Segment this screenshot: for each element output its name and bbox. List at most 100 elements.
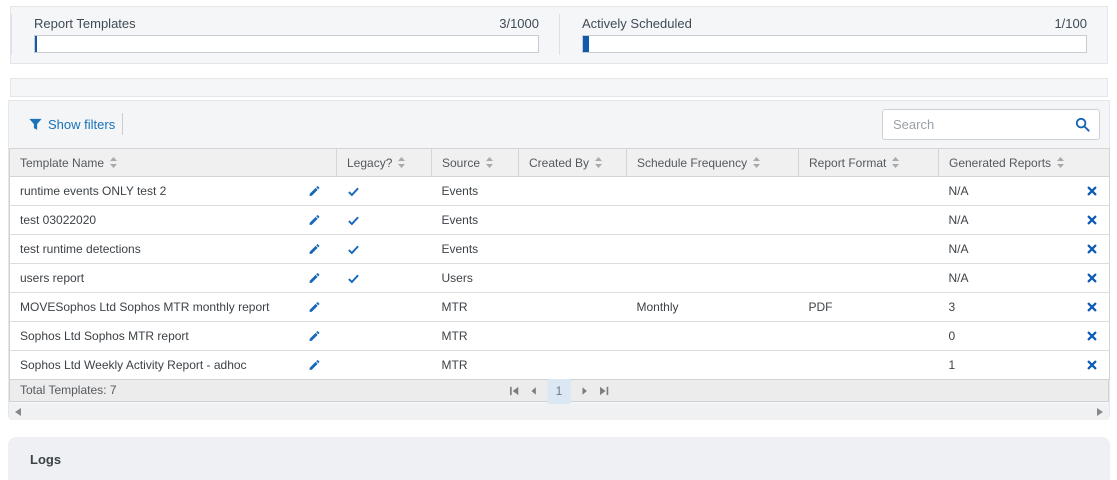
report-format-cell: PDF (799, 293, 939, 322)
template-name: users report (20, 271, 84, 285)
col-header-generated-reports[interactable]: Generated Reports (939, 149, 1110, 177)
source-cell: MTR (432, 322, 519, 351)
edit-pencil-icon[interactable] (308, 301, 321, 314)
edit-pencil-icon[interactable] (308, 272, 321, 285)
template-name: test 03022020 (20, 213, 96, 227)
template-name: MOVESophos Ltd Sophos MTR monthly report (20, 300, 269, 314)
table-row: MOVESophos Ltd Sophos MTR monthly report… (10, 293, 1110, 322)
table-row: test runtime detections Events N/A (10, 235, 1110, 264)
edit-pencil-icon[interactable] (308, 359, 321, 372)
show-filters-button[interactable]: Show filters (29, 117, 115, 132)
col-header-source[interactable]: Source (432, 149, 519, 177)
source-cell: Events (432, 206, 519, 235)
search-box (882, 109, 1100, 140)
templates-panel: Show filters Template Name Legacy? Sourc… (8, 100, 1110, 417)
actively-scheduled-count: 1/100 (1054, 16, 1087, 31)
generated-reports-value: N/A (949, 271, 969, 285)
total-templates-label: Total Templates: 7 (20, 383, 117, 397)
source-cell: Events (432, 235, 519, 264)
progress-fill (583, 36, 589, 52)
delete-x-icon[interactable] (1087, 186, 1097, 196)
logs-panel[interactable]: Logs (8, 437, 1110, 480)
schedule-frequency-cell (627, 206, 799, 235)
table-row: Sophos Ltd Weekly Activity Report - adho… (10, 351, 1110, 380)
report-format-cell (799, 351, 939, 380)
created-by-cell (519, 206, 627, 235)
next-page-icon[interactable] (579, 385, 589, 397)
schedule-frequency-cell (627, 264, 799, 293)
search-icon[interactable] (1073, 117, 1099, 132)
delete-x-icon[interactable] (1087, 360, 1097, 370)
report-format-cell (799, 264, 939, 293)
edit-pencil-icon[interactable] (308, 214, 321, 227)
current-page-number[interactable]: 1 (548, 379, 571, 404)
last-page-icon[interactable] (598, 385, 609, 397)
sort-icon (753, 157, 760, 168)
created-by-cell (519, 351, 627, 380)
created-by-cell (519, 293, 627, 322)
table-footer: Total Templates: 7 1 (9, 380, 1109, 402)
sort-icon (595, 157, 602, 168)
legacy-check-icon (347, 243, 360, 256)
scroll-right-icon[interactable] (1097, 408, 1103, 416)
edit-pencil-icon[interactable] (308, 330, 321, 343)
collapsed-section-strip[interactable] (10, 78, 1108, 97)
generated-reports-value: 1 (949, 358, 956, 372)
edit-pencil-icon[interactable] (308, 243, 321, 256)
table-row: Sophos Ltd Sophos MTR report MTR 0 (10, 322, 1110, 351)
sort-icon (398, 157, 405, 168)
template-name: Sophos Ltd Weekly Activity Report - adho… (20, 358, 247, 372)
horizontal-scrollbar[interactable] (9, 404, 1109, 420)
schedule-frequency-cell (627, 351, 799, 380)
generated-reports-value: N/A (949, 242, 969, 256)
scroll-left-icon[interactable] (15, 408, 21, 416)
report-templates-count: 3/1000 (499, 16, 539, 31)
templates-table: Template Name Legacy? Source Created By … (9, 148, 1110, 380)
schedule-frequency-cell: Monthly (627, 293, 799, 322)
table-row: users report Users N/A (10, 264, 1110, 293)
report-format-cell (799, 322, 939, 351)
source-cell: Events (432, 177, 519, 206)
logs-title: Logs (8, 437, 1110, 467)
first-page-icon[interactable] (509, 385, 520, 397)
delete-x-icon[interactable] (1087, 331, 1097, 341)
toolbar-divider (122, 113, 123, 135)
table-row: runtime events ONLY test 2 Events N/A (10, 177, 1110, 206)
col-header-report-format[interactable]: Report Format (799, 149, 939, 177)
actively-scheduled-progressbar (582, 35, 1087, 53)
table-header-row: Template Name Legacy? Source Created By … (10, 149, 1110, 177)
report-format-cell (799, 177, 939, 206)
col-header-legacy[interactable]: Legacy? (337, 149, 432, 177)
schedule-frequency-cell (627, 177, 799, 206)
report-templates-progressbar (34, 35, 539, 53)
created-by-cell (519, 264, 627, 293)
schedule-frequency-cell (627, 322, 799, 351)
legacy-check-icon (347, 272, 360, 285)
delete-x-icon[interactable] (1087, 244, 1097, 254)
generated-reports-value: 0 (949, 329, 956, 343)
delete-x-icon[interactable] (1087, 215, 1097, 225)
usage-panel: Report Templates 3/1000 Actively Schedul… (10, 6, 1108, 64)
sort-icon (110, 157, 117, 168)
report-templates-meter: Report Templates 3/1000 (11, 7, 559, 63)
report-format-cell (799, 206, 939, 235)
col-header-created-by[interactable]: Created By (519, 149, 627, 177)
created-by-cell (519, 235, 627, 264)
actively-scheduled-label: Actively Scheduled (582, 16, 692, 31)
delete-x-icon[interactable] (1087, 273, 1097, 283)
col-header-template-name[interactable]: Template Name (10, 149, 337, 177)
report-format-cell (799, 235, 939, 264)
legacy-check-icon (347, 214, 360, 227)
progress-fill (35, 36, 37, 52)
previous-page-icon[interactable] (529, 385, 539, 397)
source-cell: Users (432, 264, 519, 293)
sort-icon (1057, 157, 1064, 168)
edit-pencil-icon[interactable] (308, 185, 321, 198)
created-by-cell (519, 177, 627, 206)
schedule-frequency-cell (627, 235, 799, 264)
col-header-schedule-frequency[interactable]: Schedule Frequency (627, 149, 799, 177)
filter-toolbar: Show filters (9, 101, 1109, 148)
template-name: runtime events ONLY test 2 (20, 184, 166, 198)
search-input[interactable] (883, 117, 1073, 132)
delete-x-icon[interactable] (1087, 302, 1097, 312)
